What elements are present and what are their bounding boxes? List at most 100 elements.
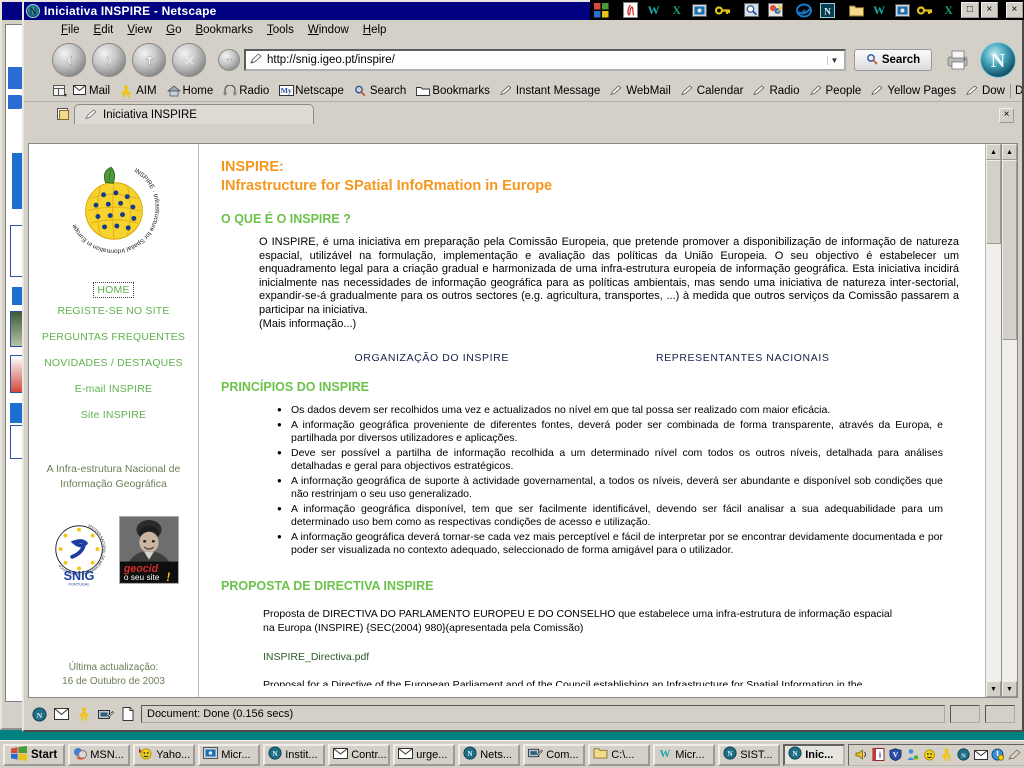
sidebar-item-email-inspire[interactable]: E-mail INSPIRE [29,376,198,402]
url-history-dropdown[interactable] [218,49,240,71]
aim-runner-icon[interactable] [939,747,954,762]
scroll-thumb[interactable] [986,160,1001,244]
menu-bar[interactable]: File Edit View Go Bookmarks Tools Window… [24,20,1022,40]
more-info-link[interactable]: (Mais informação...) [259,318,959,332]
start-button[interactable]: Start [3,743,66,766]
excel-icon[interactable]: X [666,1,687,19]
magnifier-icon[interactable] [741,1,762,19]
restore-button[interactable]: □ [961,2,979,18]
sidebar-menu[interactable]: HOME REGISTE-SE NO SITE PERGUNTAS FREQUE… [29,282,198,428]
close-button[interactable]: × [980,2,998,18]
windows-taskbar[interactable]: Start MSN... Yaho... Micr... N Instit...… [0,740,1024,768]
menu-item-bookmarks[interactable]: Bookmarks [188,22,260,38]
toolbar-item-mail[interactable]: Mail [68,84,115,98]
url-text[interactable]: http://snig.igeo.pt/inspire/ [267,54,827,66]
taskbar-item-sist[interactable]: N SIST... [718,743,781,766]
brush-icon[interactable] [1007,747,1022,762]
people-icon[interactable] [905,747,920,762]
netscape-icon[interactable]: N [31,706,48,723]
print-button[interactable] [940,45,974,75]
link-representantes-nacionais[interactable]: REPRESENTANTES NACIONAIS [656,352,829,364]
word-icon[interactable]: W [643,1,664,19]
taskbar-item-nets[interactable]: N Nets... [458,743,521,766]
envelope-icon[interactable] [53,706,70,723]
excel-icon[interactable]: X [938,1,959,19]
update-icon[interactable] [990,747,1005,762]
back-button[interactable] [52,43,86,77]
new-tab-icon[interactable] [52,104,74,124]
browser-scroll-track[interactable] [1002,160,1017,681]
folder-icon[interactable] [845,1,866,19]
taskbar-item-instit[interactable]: N Instit... [263,743,326,766]
toolbar-item-search[interactable]: Search [349,84,411,98]
key-icon[interactable] [915,1,936,19]
taskbar-item-inic-active[interactable]: N Inic... [783,743,846,766]
media-icon[interactable] [689,1,710,19]
toolbar-item-bookmarks[interactable]: Bookmarks [411,84,495,98]
browser-scroll-up-button[interactable]: ▲ [1002,144,1017,160]
word-icon[interactable]: W [869,1,890,19]
reload-button[interactable] [132,43,166,77]
browser-scrollbar[interactable]: ▲ ▼ [1001,144,1017,697]
navigation-toolbar[interactable]: http://snig.igeo.pt/inspire/ ▼ Search [24,40,1022,80]
sidebar-item-site-inspire[interactable]: Site INSPIRE [29,402,198,428]
taskbar-item-micr-word[interactable]: W Micr... [653,743,716,766]
forward-button[interactable] [92,43,126,77]
taskbar-item-yahoo[interactable]: Yaho... [133,743,196,766]
yahoo-icon[interactable] [922,747,937,762]
search-button[interactable]: Search [854,49,932,71]
sidebar-item-novidades-destaques[interactable]: NOVIDADES / DESTAQUES [29,350,198,376]
url-bar[interactable]: http://snig.igeo.pt/inspire/ ▼ [244,49,846,71]
menu-item-view[interactable]: View [120,22,159,38]
shield-icon[interactable]: V [888,747,903,762]
taskbar-item-msn[interactable]: MSN... [68,743,131,766]
taskbar-item-com[interactable]: Com... [523,743,586,766]
info-icon[interactable]: i [871,747,886,762]
toolbar-item-aim[interactable]: AIM [115,84,161,98]
pdf-link-inspire-directiva[interactable]: INSPIRE_Directiva.pdf [263,651,963,663]
scroll-down-button[interactable]: ▼ [986,681,1001,697]
toolbar-item-people[interactable]: People [805,84,867,98]
toolbar-item-radio[interactable]: Radio [218,83,274,98]
windows-icon[interactable] [591,1,612,19]
menu-item-window[interactable]: Window [301,22,356,38]
toolbar-item-webmail[interactable]: WebMail [605,84,676,98]
volume-icon[interactable] [854,747,869,762]
sidebar-item-home[interactable]: HOME [93,282,134,298]
taskbar-item-urge[interactable]: urge... [393,743,456,766]
snig-logo-icon[interactable]: SISTEMA NACIONAL DE INFORMAÇÃO GEOGRÁFIC… [49,516,111,591]
toolbar-item-radio2[interactable]: Radio [748,84,804,98]
netscape-window[interactable]: Iniciativa INSPIRE - Netscape File Edit … [22,0,1024,732]
toolbar-handle[interactable] [52,82,68,100]
sidebar-item-registe-se[interactable]: REGISTE-SE NO SITE [29,298,198,324]
netscape-icon[interactable]: N [817,1,838,19]
toolbar-item-netscape[interactable]: My Netscape [274,84,349,98]
chevron-down-icon[interactable]: ▼ [827,55,841,65]
toolbar-item-download-2[interactable]: Dow [1009,83,1022,98]
section-links[interactable]: ORGANIZAÇÃO DO INSPIRE REPRESENTANTES NA… [281,352,903,364]
scroll-up-button[interactable]: ▲ [986,144,1001,160]
toolbar-item-calendar[interactable]: Calendar [676,84,749,98]
geocid-banner[interactable]: geocid o seu site ! [118,516,179,584]
ie-icon[interactable]: e [793,1,814,19]
netscape-icon[interactable]: N [956,747,971,762]
envelope-icon[interactable] [973,747,988,762]
sidebar-item-perguntas-frequentes[interactable]: PERGUNTAS FREQUENTES [29,324,198,350]
menu-item-file[interactable]: File [54,22,87,38]
netscape-logo-icon[interactable] [980,42,1016,78]
acrobat-icon[interactable] [620,1,641,19]
taskbar-item-c-drive[interactable]: C:\... [588,743,651,766]
browser-scroll-thumb[interactable] [1002,160,1017,340]
tab-close-button[interactable]: × [999,108,1014,123]
toolbar-item-yellow-pages[interactable]: Yellow Pages [866,84,961,98]
top-icon-strip[interactable]: W X e N W X □ × × [590,0,1024,20]
page-scrollbar[interactable]: ▲ ▼ [985,144,1001,697]
browser-scroll-down-button[interactable]: ▼ [1002,681,1017,697]
system-tray[interactable]: i V N [848,743,1024,766]
page-icon[interactable] [119,706,136,723]
stop-button[interactable] [172,43,206,77]
menu-item-help[interactable]: Help [356,22,394,38]
menu-item-tools[interactable]: Tools [260,22,301,38]
taskbar-item-contr[interactable]: Contr... [328,743,391,766]
media-icon[interactable] [892,1,913,19]
